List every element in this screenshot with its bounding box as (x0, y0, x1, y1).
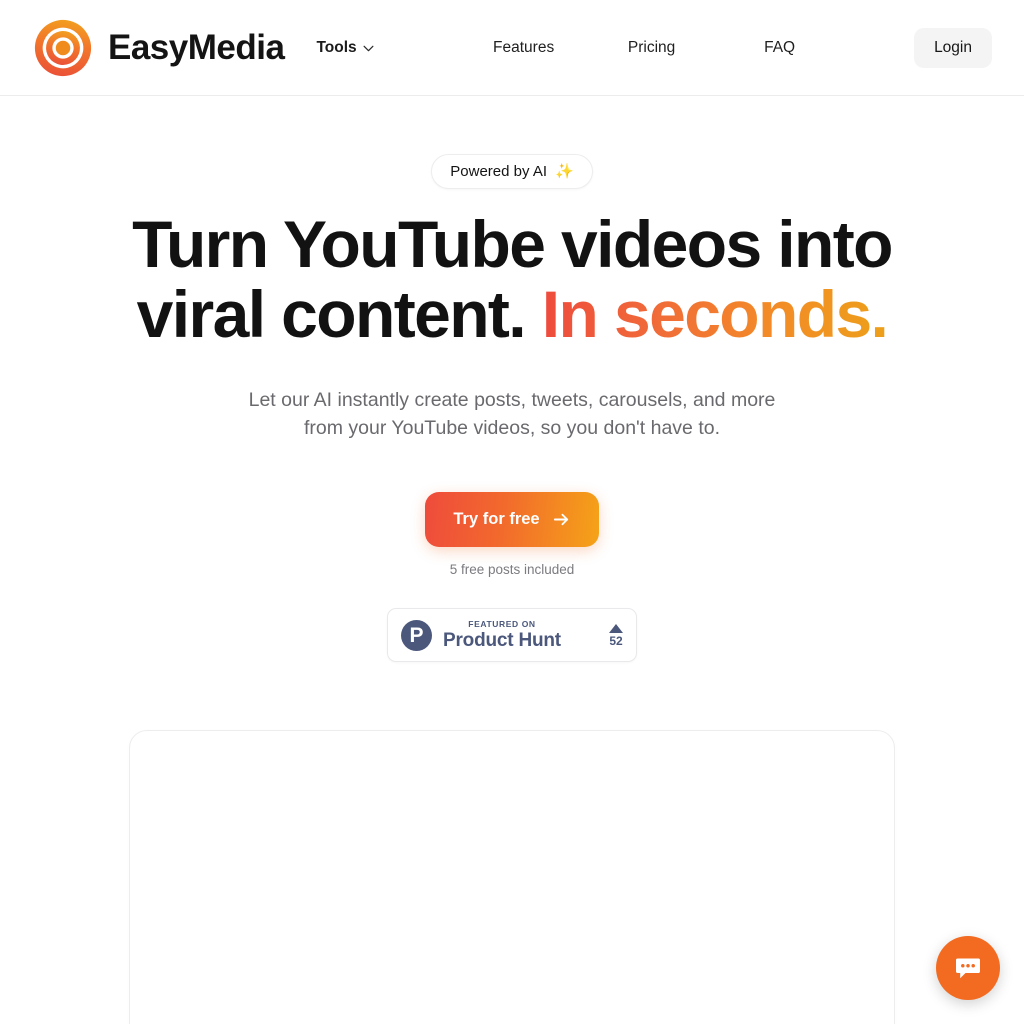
sparkles-icon: ✨ (555, 163, 574, 180)
powered-by-ai-badge[interactable]: Powered by AI ✨ (431, 154, 593, 189)
page-title: Turn YouTube videos into viral content. … (132, 207, 893, 351)
nav-item-features[interactable]: Features (460, 39, 588, 57)
product-hunt-text: FEATURED ON Product Hunt (443, 620, 561, 651)
hero-subtitle-line-2: from your YouTube videos, so you don't h… (303, 417, 720, 439)
product-hunt-name: Product Hunt (443, 630, 561, 652)
try-for-free-label: Try for free (453, 510, 540, 528)
primary-nav: Features Pricing FAQ (460, 39, 844, 57)
caret-up-icon (609, 623, 623, 633)
hero-section: Powered by AI ✨ Turn YouTube videos into… (0, 96, 1024, 1024)
concentric-circles-logo-icon (34, 19, 92, 76)
hero-subtitle: Let our AI instantly create posts, tweet… (249, 386, 776, 442)
site-header: EasyMedia Tools Features Pricing FAQ Log… (0, 0, 1024, 96)
nav-item-pricing[interactable]: Pricing (588, 39, 716, 57)
chevron-down-icon (363, 45, 374, 52)
powered-by-ai-label: Powered by AI (450, 163, 548, 180)
product-hunt-kicker: FEATURED ON (468, 618, 536, 629)
free-posts-note: 5 free posts included (449, 562, 575, 577)
nav-tools-label: Tools (316, 38, 357, 56)
product-hunt-upvotes[interactable]: 52 (609, 623, 623, 648)
chat-widget-button[interactable] (936, 936, 1000, 1000)
product-hunt-vote-count: 52 (609, 633, 623, 648)
product-hunt-badge[interactable]: P FEATURED ON Product Hunt 52 (387, 608, 637, 662)
arrow-right-icon (553, 513, 568, 526)
brand-name: EasyMedia (108, 28, 285, 67)
try-for-free-button[interactable]: Try for free (425, 492, 599, 547)
headline-line-2-plain: viral content. (136, 277, 527, 351)
hero-subtitle-line-1: Let our AI instantly create posts, tweet… (248, 389, 776, 411)
headline-line-2-gradient: In seconds. (541, 277, 889, 351)
video-preview-card[interactable] (129, 730, 895, 1024)
nav-tools-dropdown[interactable]: Tools (316, 38, 374, 57)
login-button[interactable]: Login (914, 27, 992, 68)
brand-logo-link[interactable]: EasyMedia (32, 17, 285, 79)
chat-bubble-icon (956, 958, 980, 979)
headline-line-1: Turn YouTube videos into (132, 207, 893, 281)
product-hunt-logo-icon: P (401, 619, 432, 651)
nav-item-faq[interactable]: FAQ (716, 39, 844, 57)
